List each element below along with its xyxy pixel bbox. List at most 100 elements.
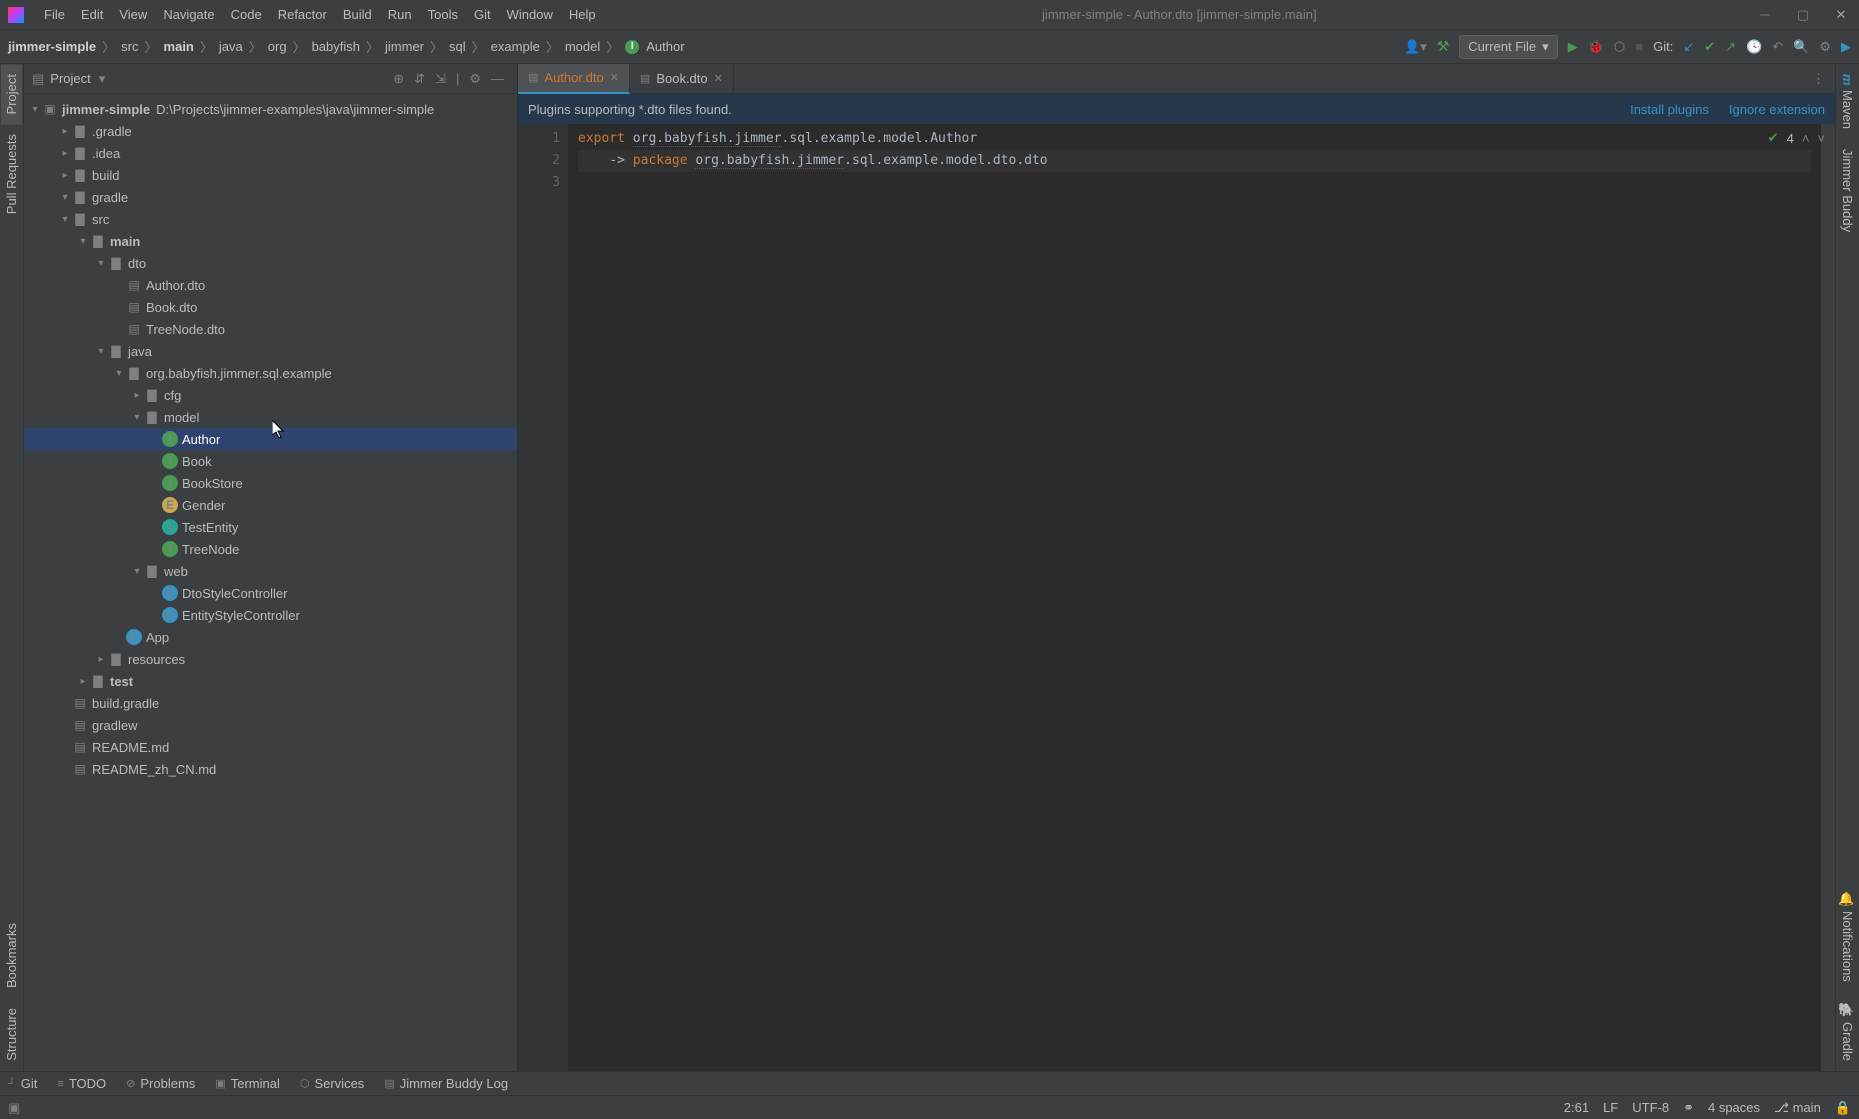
vcs-update-icon[interactable]: ↙ — [1683, 39, 1694, 55]
menu-run[interactable]: Run — [380, 7, 420, 22]
build-icon[interactable]: ⚒ — [1437, 38, 1450, 55]
chevron-icon[interactable]: ▸ — [58, 126, 72, 137]
tree-row[interactable]: IBookStore — [24, 472, 517, 494]
crumb-org[interactable]: org — [268, 39, 287, 54]
crumb-main[interactable]: main — [164, 39, 194, 54]
tree-row[interactable]: CApp — [24, 626, 517, 648]
tree-row[interactable]: ▤TreeNode.dto — [24, 318, 517, 340]
tree-row[interactable]: ▸▇test — [24, 670, 517, 692]
lock-icon[interactable]: 🔒 — [1835, 1100, 1851, 1116]
git-branch[interactable]: ⎇ main — [1774, 1100, 1821, 1116]
close-tab-icon[interactable]: ✕ — [610, 71, 619, 84]
tree-row[interactable]: ▾▇model — [24, 406, 517, 428]
tree-row[interactable]: ▸▇.idea — [24, 142, 517, 164]
menu-file[interactable]: File — [36, 7, 73, 22]
tree-row[interactable]: ITestEntity — [24, 516, 517, 538]
run-icon[interactable]: ▶ — [1568, 39, 1578, 55]
tree-row[interactable]: ▾▇java — [24, 340, 517, 362]
tree-row[interactable]: EGender — [24, 494, 517, 516]
editor-tab-author[interactable]: ▤ Author.dto ✕ — [518, 64, 630, 94]
minimize-icon[interactable]: ─ — [1755, 7, 1775, 23]
menu-view[interactable]: View — [111, 7, 155, 22]
crumb-jimmer[interactable]: jimmer — [385, 39, 424, 54]
tree-row[interactable]: ITreeNode — [24, 538, 517, 560]
bottom-tab-jimmerbuddylog[interactable]: ▤Jimmer Buddy Log — [384, 1076, 508, 1091]
crumb-author[interactable]: Author — [646, 39, 684, 54]
tree-row[interactable]: ▤Book.dto — [24, 296, 517, 318]
reader-mode-icon[interactable]: ⚭ — [1683, 1100, 1694, 1116]
left-tab-bookmarks[interactable]: Bookmarks — [1, 913, 22, 998]
bottom-tab-todo[interactable]: ≡TODO — [57, 1076, 106, 1091]
menu-edit[interactable]: Edit — [73, 7, 111, 22]
crumb-src[interactable]: src — [121, 39, 138, 54]
vcs-commit-icon[interactable]: ✔ — [1704, 39, 1715, 55]
tree-row[interactable]: ▸▇build — [24, 164, 517, 186]
status-left-icon[interactable]: ▣ — [8, 1100, 20, 1116]
install-plugins-link[interactable]: Install plugins — [1630, 102, 1709, 117]
editor-scrollbar[interactable] — [1821, 124, 1835, 1071]
chevron-icon[interactable]: ▸ — [76, 676, 90, 687]
close-icon[interactable]: ✕ — [1831, 7, 1851, 23]
chevron-icon[interactable]: ▸ — [58, 170, 72, 181]
right-tab-gradle[interactable]: 🐘Gradle — [1837, 992, 1858, 1071]
line-sep[interactable]: LF — [1603, 1100, 1618, 1115]
chevron-icon[interactable]: ▾ — [58, 192, 72, 203]
crumb-example[interactable]: example — [491, 39, 540, 54]
menu-code[interactable]: Code — [223, 7, 270, 22]
bottom-tab-git[interactable]: ┘Git — [8, 1076, 37, 1091]
code-editor[interactable]: 1 2 3 export org.babyfish.jimmer.sql.exa… — [518, 124, 1835, 1071]
chevron-icon[interactable]: ▸ — [58, 148, 72, 159]
run-config-dropdown[interactable]: Current File ▾ — [1459, 35, 1557, 59]
tree-row[interactable]: ▾▇web — [24, 560, 517, 582]
cursor-pos[interactable]: 2:61 — [1564, 1100, 1589, 1115]
bottom-tab-problems[interactable]: ⊘Problems — [126, 1076, 195, 1091]
breadcrumb[interactable]: jimmer-simple〉 src〉 main〉 java〉 org〉 bab… — [8, 37, 685, 56]
ignore-extension-link[interactable]: Ignore extension — [1729, 102, 1825, 117]
tree-row[interactable]: ▸▇resources — [24, 648, 517, 670]
project-mode-dropdown[interactable]: ▾ — [99, 71, 106, 87]
tree-row[interactable]: ▤README_zh_CN.md — [24, 758, 517, 780]
tree-row[interactable]: ▾▇dto — [24, 252, 517, 274]
menu-refactor[interactable]: Refactor — [270, 7, 335, 22]
close-tab-icon[interactable]: ✕ — [714, 72, 723, 85]
maximize-icon[interactable]: ▢ — [1793, 7, 1813, 23]
inspection-widget[interactable]: ✔ 4 ˄ ˅ — [1768, 130, 1825, 146]
tree-row[interactable]: ▾▇src — [24, 208, 517, 230]
chevron-icon[interactable]: ▾ — [76, 236, 90, 247]
menu-window[interactable]: Window — [499, 7, 561, 22]
chevron-icon[interactable]: ▾ — [94, 258, 108, 269]
indent[interactable]: 4 spaces — [1708, 1100, 1760, 1115]
tree-row[interactable]: CEntityStyleController — [24, 604, 517, 626]
run-anything-icon[interactable]: ▶ — [1841, 39, 1851, 55]
project-tree[interactable]: ▾ ▣ jimmer-simple D:\Projects\jimmer-exa… — [24, 94, 517, 1071]
tree-row[interactable]: ▾▇main — [24, 230, 517, 252]
menu-help[interactable]: Help — [561, 7, 604, 22]
editor-tab-book[interactable]: ▤ Book.dto ✕ — [630, 64, 734, 94]
settings-icon[interactable]: ⚙ — [1819, 39, 1831, 55]
tree-row[interactable]: CDtoStyleController — [24, 582, 517, 604]
crumb-project[interactable]: jimmer-simple — [8, 39, 96, 54]
hide-icon[interactable]: — — [491, 71, 504, 86]
right-tab-notifications[interactable]: 🔔Notifications — [1837, 881, 1858, 992]
right-tab-jimmerbuddy[interactable]: Jimmer Buddy — [1837, 139, 1858, 242]
bottom-tab-terminal[interactable]: ▣Terminal — [215, 1076, 280, 1091]
chevron-icon[interactable]: ▾ — [58, 214, 72, 225]
right-tab-maven[interactable]: mMaven — [1837, 64, 1858, 139]
left-tab-structure[interactable]: Structure — [1, 998, 22, 1071]
chevron-icon[interactable]: ▾ — [112, 368, 126, 379]
left-tab-pullrequests[interactable]: Pull Requests — [1, 124, 22, 224]
chevron-icon[interactable]: ▾ — [130, 412, 144, 423]
crumb-babyfish[interactable]: babyfish — [312, 39, 360, 54]
vcs-push-icon[interactable]: ↗ — [1725, 39, 1736, 55]
tree-row[interactable]: ▸▇.gradle — [24, 120, 517, 142]
add-config-icon[interactable]: 👤▾ — [1404, 39, 1427, 55]
debug-icon[interactable]: 🐞 — [1588, 39, 1604, 55]
chevron-icon[interactable]: ▸ — [94, 654, 108, 665]
prev-highlight-icon[interactable]: ˄ — [1802, 131, 1810, 146]
select-opened-icon[interactable]: ⊕ — [393, 71, 404, 87]
tree-row[interactable]: ▤Author.dto — [24, 274, 517, 296]
editor-tab-more-icon[interactable]: ⋮ — [1802, 71, 1835, 87]
tree-row[interactable]: ▤README.md — [24, 736, 517, 758]
code-text[interactable]: export org.babyfish.jimmer.sql.example.m… — [568, 124, 1821, 1071]
stop-icon[interactable]: ■ — [1635, 39, 1643, 54]
